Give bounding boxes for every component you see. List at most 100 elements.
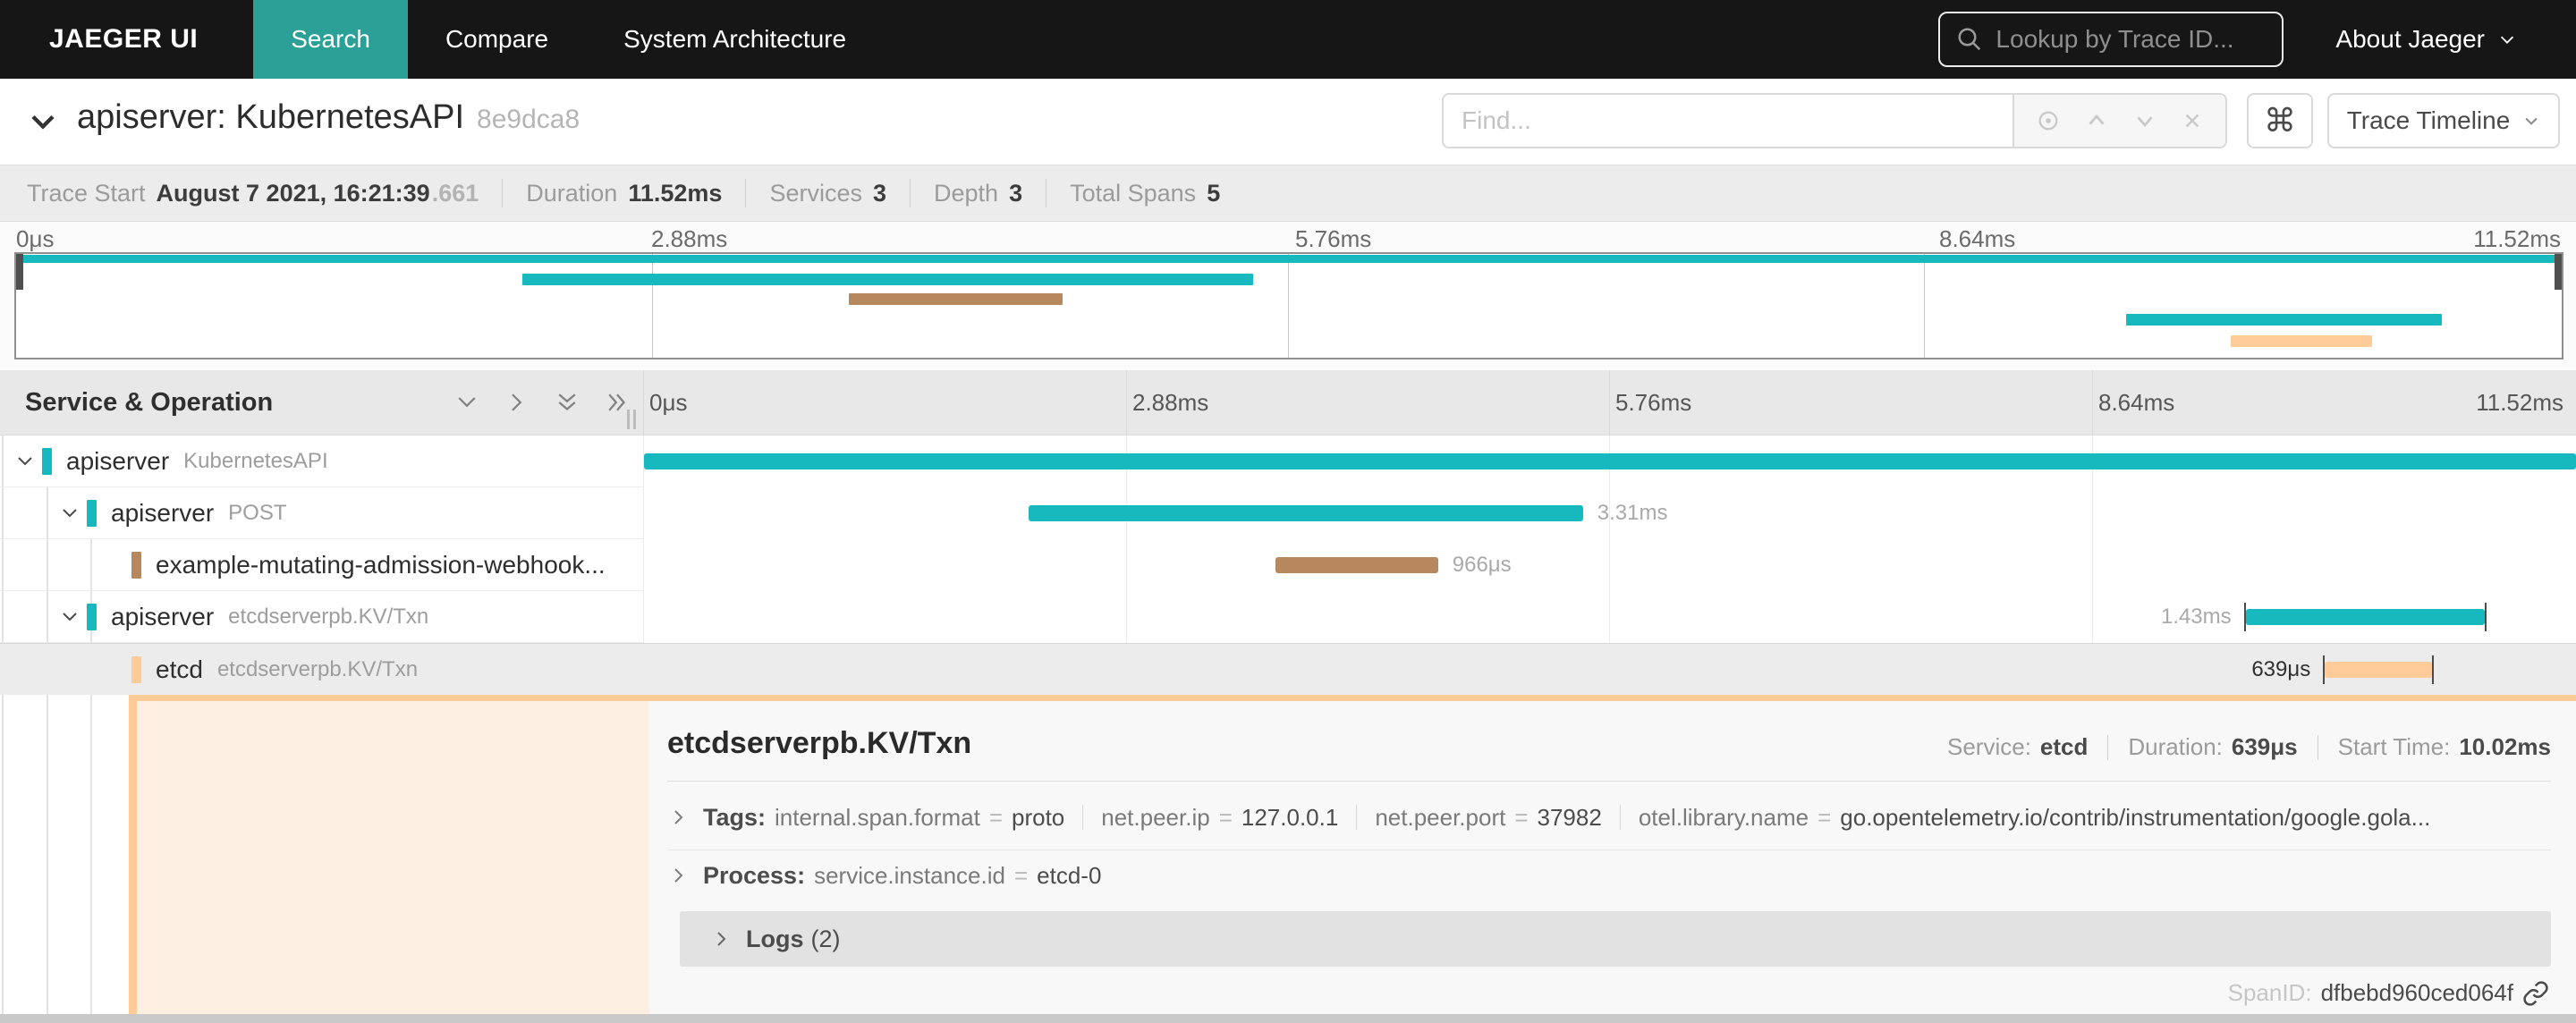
span-timeline-cell[interactable]	[644, 435, 2576, 487]
span-color-bar	[131, 552, 141, 579]
summary-item: Duration 11.52ms	[526, 180, 722, 207]
trace-id-lookup-input[interactable]	[1996, 25, 2265, 54]
minimap-canvas[interactable]	[14, 252, 2563, 359]
column-resize-grip[interactable]	[627, 410, 636, 429]
chevron-right-icon	[667, 807, 689, 828]
collapse-one-icon[interactable]	[452, 387, 482, 418]
logs-section-toggle[interactable]: Logs (2)	[680, 911, 2551, 967]
span-service-name: etcd	[156, 655, 203, 683]
find-controls	[2012, 93, 2227, 148]
summary-label: Total Spans	[1070, 179, 1197, 207]
minimap-tick-label: 5.76ms	[1295, 225, 1372, 252]
summary-label: Duration	[526, 179, 618, 207]
timeline-tick-label: 11.52ms	[2476, 389, 2563, 416]
nav-tab-search[interactable]: Search	[253, 0, 408, 79]
span-duration-bar[interactable]	[1028, 505, 1583, 521]
span-name-cell[interactable]: apiserver KubernetesAPI	[0, 435, 644, 487]
span-duration-bar[interactable]	[2243, 603, 2487, 631]
tag-value: proto	[1012, 803, 1065, 831]
span-timeline-cell[interactable]: 639μs	[644, 644, 2576, 696]
summary-label: Services	[769, 179, 862, 207]
tags-section-toggle[interactable]: Tags: internal.span.format = proto net.peer…	[667, 798, 2551, 837]
minimap-left-scrubber[interactable]	[16, 254, 23, 290]
grid-line	[1609, 370, 1610, 435]
trace-id-lookup[interactable]	[1938, 12, 2284, 67]
detail-meta-value: 10.02ms	[2459, 733, 2551, 760]
span-detail-row: etcdserverpb.KV/Txn Service: etcd Duration…	[0, 695, 2576, 1014]
minimap-right-scrubber[interactable]	[2555, 254, 2562, 290]
span-row: example-mutating-admission-webhook... 966…	[0, 539, 2576, 591]
summary-label: Trace Start	[27, 179, 146, 207]
span-name-cell[interactable]: etcd etcdserverpb.KV/Txn	[0, 644, 644, 696]
find-input[interactable]	[1442, 93, 2012, 148]
span-duration-bar[interactable]	[2323, 655, 2435, 684]
span-duration-label: 3.31ms	[1597, 501, 1668, 525]
span-color-bar	[87, 500, 97, 527]
grid-line	[2092, 370, 2093, 435]
span-service-name: apiserver	[66, 447, 170, 475]
tag-key: net.peer.port	[1375, 803, 1506, 831]
span-name: apiserver KubernetesAPI	[66, 435, 328, 487]
minimap-tick-label: 2.88ms	[651, 225, 728, 252]
find-clear-icon[interactable]	[2181, 109, 2204, 132]
span-edge-tick	[2243, 603, 2246, 631]
equals-sign: =	[1514, 803, 1529, 831]
about-jaeger-label: About Jaeger	[2335, 25, 2485, 53]
span-tree-chevron-icon[interactable]	[59, 606, 80, 632]
selected-span-color-bar	[129, 695, 137, 1014]
expand-one-icon[interactable]	[502, 387, 532, 418]
span-name: apiserver POST	[111, 487, 287, 539]
span-duration-bar[interactable]	[644, 453, 2576, 469]
collapse-all-icon[interactable]	[552, 387, 582, 418]
minimap-tick-label: 8.64ms	[1939, 225, 2016, 252]
tag-value: go.opentelemetry.io/contrib/instrumentat…	[1840, 803, 2431, 831]
trace-minimap: 0μs 2.88ms 5.76ms 8.64ms 11.52ms	[0, 222, 2576, 370]
span-name: example-mutating-admission-webhook...	[156, 539, 606, 591]
find-next-icon[interactable]	[2131, 107, 2158, 134]
nav-tabs: Search Compare System Architecture	[253, 0, 884, 79]
separator	[502, 179, 504, 207]
separator	[1619, 805, 1621, 830]
span-tree-chevron-icon[interactable]	[14, 451, 36, 477]
span-row: apiserver KubernetesAPI	[0, 435, 2576, 487]
find-prev-icon[interactable]	[2083, 107, 2110, 134]
detail-top-border	[129, 695, 2576, 701]
deep-link-icon[interactable]	[2522, 980, 2549, 1007]
selected-span-tint	[137, 695, 649, 1014]
span-timeline-cell[interactable]: 3.31ms	[644, 487, 2576, 539]
about-jaeger-menu[interactable]: About Jaeger	[2335, 25, 2517, 54]
collapse-trace-chevron[interactable]	[23, 102, 63, 141]
detail-meta-label: Service:	[1947, 733, 2031, 760]
logs-label: Logs	[746, 925, 804, 952]
span-service-name: apiserver	[111, 499, 215, 527]
span-name-cell[interactable]: apiserver etcdserverpb.KV/Txn	[0, 591, 644, 643]
span-timeline-cell[interactable]: 966μs	[644, 539, 2576, 591]
span-tree-chevron-icon[interactable]	[59, 503, 80, 528]
separator	[1356, 805, 1358, 830]
span-row: apiserver POST 3.31ms	[0, 487, 2576, 539]
keyboard-shortcuts-button[interactable]: ⌘	[2247, 93, 2313, 148]
trace-header: apiserver: KubernetesAPI 8e9dca8 ⌘ Trace …	[0, 79, 2576, 165]
focus-target-icon[interactable]	[2036, 108, 2061, 133]
detail-meta-value: etcd	[2039, 733, 2089, 760]
summary-label: Depth	[934, 179, 999, 207]
span-operation-name: etcdserverpb.KV/Txn	[228, 604, 429, 629]
separator	[1082, 805, 1084, 830]
process-section-toggle[interactable]: Process: service.instance.id = etcd-0	[667, 854, 2551, 897]
span-edge-tick	[2432, 655, 2435, 684]
span-name-cell[interactable]: apiserver POST	[0, 487, 644, 539]
span-name-cell[interactable]: example-mutating-admission-webhook...	[0, 539, 644, 591]
span-color-bar	[131, 656, 141, 683]
minimap-tick-label: 11.52ms	[2473, 225, 2561, 252]
app-logo[interactable]: JAEGER UI	[49, 24, 198, 55]
trace-view-selector[interactable]: Trace Timeline	[2327, 93, 2560, 148]
nav-tab-compare[interactable]: Compare	[408, 0, 586, 79]
tag-value: 127.0.0.1	[1241, 803, 1339, 831]
detail-meta-label: Duration:	[2128, 733, 2223, 760]
tag-key: internal.span.format	[775, 803, 980, 831]
nav-tab-system-architecture[interactable]: System Architecture	[586, 0, 884, 79]
chevron-down-icon	[2525, 117, 2538, 125]
span-timeline-cell[interactable]: 1.43ms	[644, 591, 2576, 643]
span-duration-bar[interactable]	[1275, 557, 1438, 573]
top-navbar: JAEGER UI Search Compare System Architectu…	[0, 0, 2576, 79]
